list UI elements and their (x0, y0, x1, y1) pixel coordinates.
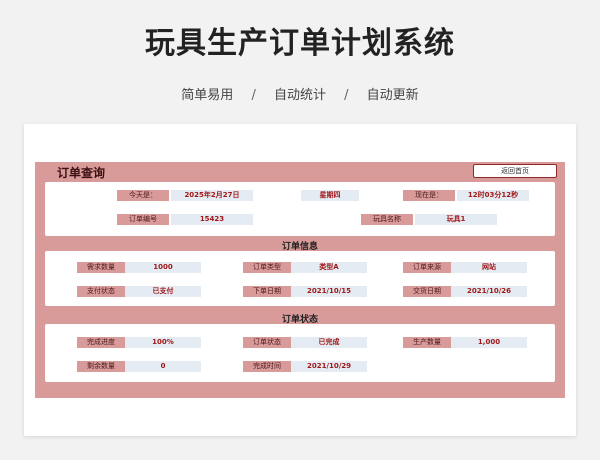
state-label: 订单状态 (243, 337, 291, 348)
progress-label: 完成进度 (77, 337, 125, 348)
remain-value: 0 (125, 361, 201, 372)
query-title: 订单查询 (57, 166, 106, 180)
delivery-label: 交货日期 (403, 286, 451, 297)
order-no-value: 15423 (171, 214, 253, 225)
status-box: 完成进度 100% 订单状态 已完成 生产数量 1,000 剩余数量 0 完成时… (45, 324, 555, 382)
weekday-value: 星期四 (301, 190, 359, 201)
now-value: 12时03分12秒 (457, 190, 529, 201)
home-button[interactable]: 返回首页 (473, 164, 557, 178)
toy-name-label: 玩具名称 (361, 214, 413, 225)
demand-label: 需求数量 (77, 262, 125, 273)
pay-label: 支付状态 (77, 286, 125, 297)
feature-separator: / (344, 88, 349, 103)
today-value: 2025年2月27日 (171, 190, 253, 201)
order-date-label: 下单日期 (243, 286, 291, 297)
finish-label: 完成时间 (243, 361, 291, 372)
feature-list: 简单易用 / 自动统计 / 自动更新 (0, 84, 600, 103)
delivery-value: 2021/10/26 (451, 286, 527, 297)
produced-label: 生产数量 (403, 337, 451, 348)
type-label: 订单类型 (243, 262, 291, 273)
order-no-label: 订单编号 (117, 214, 169, 225)
order-panel: 订单查询 返回首页 今天是： 2025年2月27日 星期四 现在是： 12时03… (35, 162, 565, 398)
now-label: 现在是： (403, 190, 455, 201)
toy-name-value: 玩具1 (415, 214, 497, 225)
pay-value: 已支付 (125, 286, 201, 297)
type-value: 类型A (291, 262, 367, 273)
order-date-value: 2021/10/15 (291, 286, 367, 297)
order-card: 订单查询 返回首页 今天是： 2025年2月27日 星期四 现在是： 12时03… (24, 124, 576, 436)
feature-separator: / (251, 88, 256, 103)
finish-value: 2021/10/29 (291, 361, 367, 372)
page-title: 玩具生产订单计划系统 (145, 26, 455, 61)
info-box: 需求数量 1000 订单类型 类型A 订单来源 网站 支付状态 已支付 下单日期… (45, 251, 555, 306)
feature-item: 自动更新 (366, 88, 419, 103)
feature-item: 自动统计 (273, 88, 326, 103)
progress-value: 100% (125, 337, 201, 348)
produced-value: 1,000 (451, 337, 527, 348)
source-label: 订单来源 (403, 262, 451, 273)
demand-value: 1000 (125, 262, 201, 273)
query-box: 今天是： 2025年2月27日 星期四 现在是： 12时03分12秒 订单编号 … (45, 182, 555, 236)
source-value: 网站 (451, 262, 527, 273)
state-value: 已完成 (291, 337, 367, 348)
today-label: 今天是： (117, 190, 169, 201)
remain-label: 剩余数量 (77, 361, 125, 372)
feature-item: 简单易用 (181, 88, 234, 103)
